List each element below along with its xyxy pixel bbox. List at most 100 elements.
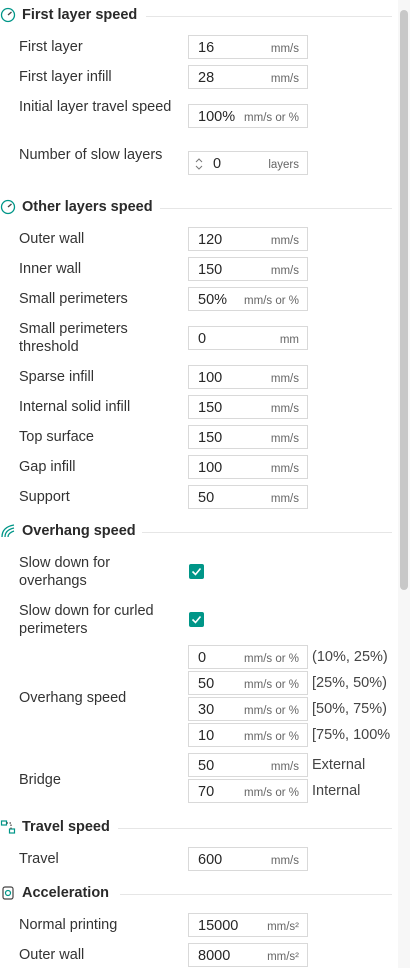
scrollbar-thumb[interactable] [400,10,408,590]
checkmark-icon [191,567,202,576]
inner-wall-input[interactable]: 150 mm/s [188,257,308,281]
unit: mm/s [270,43,299,55]
slow-down-overhangs-label: Slow down for overhangs [19,555,111,589]
small-perimeters-input[interactable]: 50% mm/s or % [188,287,308,311]
value: 70 [198,784,215,800]
overhang-range-label: [25%, 50%) [312,675,387,691]
value: 120 [198,232,223,248]
value: 0 [213,156,222,172]
spin-arrows-icon[interactable] [194,155,204,173]
unit: mm/s² [267,921,299,933]
overhang-speed-label: Overhang speed [19,690,127,706]
unit: mm/s [270,73,299,85]
unit: mm/s [270,235,299,247]
overhang-icon [1,524,15,538]
first-layer-infill-input[interactable]: 28 mm/s [188,65,308,89]
first-layer-input[interactable]: 16 mm/s [188,35,308,59]
value: 150 [198,430,223,446]
value: 8000 [198,948,231,964]
travel-input[interactable]: 600 mm/s [188,847,308,871]
value: 15000 [198,918,239,934]
unit: mm/s or % [244,731,299,743]
value: 600 [198,852,223,868]
internal-solid-infill-label: Internal solid infill [19,399,131,415]
unit: mm/s or % [244,705,299,717]
overhang-speed-input-2[interactable]: 50 mm/s or % [188,671,308,695]
gap-infill-input[interactable]: 100 mm/s [188,455,308,479]
unit: layers [268,159,299,171]
bridge-internal-label: Internal [312,783,361,799]
unit: mm/s [270,855,299,867]
slow-down-overhangs-checkbox[interactable] [189,564,204,579]
value: 50 [198,490,215,506]
value: 0 [198,331,207,347]
section-travel-speed: Travel speed [0,816,392,838]
overhang-speed-input-1[interactable]: 0 mm/s or % [188,645,308,669]
bridge-internal-input[interactable]: 70 mm/s or % [188,779,308,803]
accel-outer-wall-input[interactable]: 8000 mm/s² [188,943,308,967]
support-label: Support [19,489,70,505]
speedometer-icon [0,199,16,215]
value: 100 [198,460,223,476]
divider [142,532,392,533]
value: 0 [198,650,207,666]
unit: mm/s or % [244,787,299,799]
unit: mm/s or % [244,295,299,307]
value: 30 [198,702,215,718]
slow-down-curled-label: Slow down for curled perimeters [19,603,154,637]
accel-outer-wall-label: Outer wall [19,947,85,963]
outer-wall-label: Outer wall [19,231,85,247]
overhang-range-label: (10%, 25%) [312,649,388,665]
unit: mm/s [270,761,299,773]
divider [146,16,392,17]
slow-down-curled-checkbox[interactable] [189,612,204,627]
sparse-infill-label: Sparse infill [19,369,94,385]
section-other-layers-speed: Other layers speed [0,196,392,218]
value: 10 [198,728,215,744]
overhang-range-label: [50%, 75%) [312,701,387,717]
value: 150 [198,262,223,278]
support-input[interactable]: 50 mm/s [188,485,308,509]
section-acceleration: Acceleration [0,882,392,904]
divider [118,828,392,829]
travel-icon [0,820,16,834]
unit: mm/s [270,463,299,475]
first-layer-label: First layer [19,39,83,55]
small-perimeters-label: Small perimeters [19,291,128,307]
outer-wall-input[interactable]: 120 mm/s [188,227,308,251]
normal-printing-input[interactable]: 15000 mm/s² [188,913,308,937]
value: 50% [198,292,228,308]
small-perimeters-threshold-input[interactable]: 0 mm [188,326,308,350]
bridge-label: Bridge [19,772,61,788]
section-title: Other layers speed [22,199,153,215]
unit: mm/s or % [244,679,299,691]
unit: mm/s² [267,951,299,963]
section-overhang-speed: Overhang speed [0,520,392,542]
checkmark-icon [191,615,202,624]
initial-layer-travel-input[interactable]: 100% mm/s or % [188,104,308,128]
sparse-infill-input[interactable]: 100 mm/s [188,365,308,389]
gap-infill-label: Gap infill [19,459,76,475]
value: 50 [198,758,215,774]
initial-layer-travel-label: Initial layer travel speed [19,99,172,115]
value: 50 [198,676,215,692]
internal-solid-infill-input[interactable]: 150 mm/s [188,395,308,419]
unit: mm/s [270,433,299,445]
unit: mm [279,334,299,346]
value: 150 [198,400,223,416]
section-title: Travel speed [22,819,110,835]
slow-layers-spinbox[interactable]: 0 layers [188,151,308,175]
divider [120,894,392,895]
section-first-layer-speed: First layer speed [0,4,392,26]
slow-layers-label: Number of slow layers [19,147,163,163]
section-title: Overhang speed [22,523,136,539]
top-surface-input[interactable]: 150 mm/s [188,425,308,449]
inner-wall-label: Inner wall [19,261,82,277]
overhang-range-label: [75%, 100% [312,727,391,743]
bridge-external-input[interactable]: 50 mm/s [188,753,308,777]
value: 100 [198,370,223,386]
overhang-speed-input-4[interactable]: 10 mm/s or % [188,723,308,747]
unit: mm/s or % [244,112,299,124]
overhang-speed-input-3[interactable]: 30 mm/s or % [188,697,308,721]
small-perimeters-threshold-label: Small perimeters threshold [19,321,128,355]
